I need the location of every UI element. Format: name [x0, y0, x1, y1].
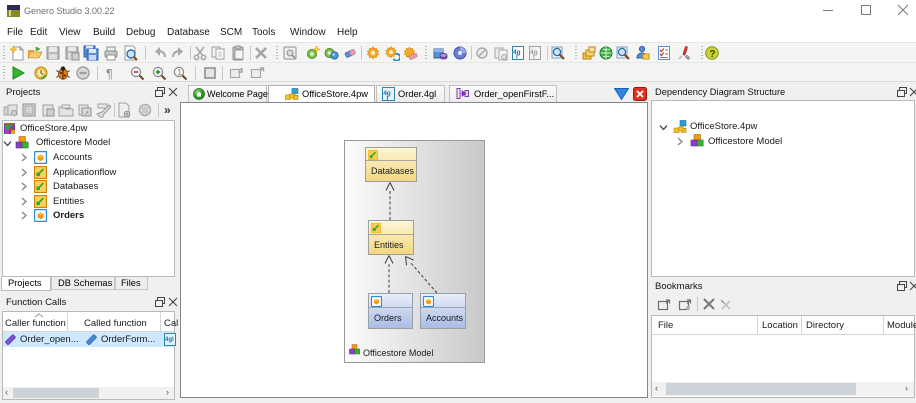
svg-text:l: l	[516, 54, 518, 61]
svg-text:4gl: 4gl	[165, 337, 174, 343]
svg-text:1: 1	[177, 68, 182, 77]
svg-text:?: ?	[709, 49, 715, 60]
svg-text:¶: ¶	[106, 66, 113, 81]
svg-text:l: l	[533, 54, 535, 61]
svg-text:↗: ↗	[84, 111, 89, 117]
svg-text:l: l	[387, 95, 389, 101]
